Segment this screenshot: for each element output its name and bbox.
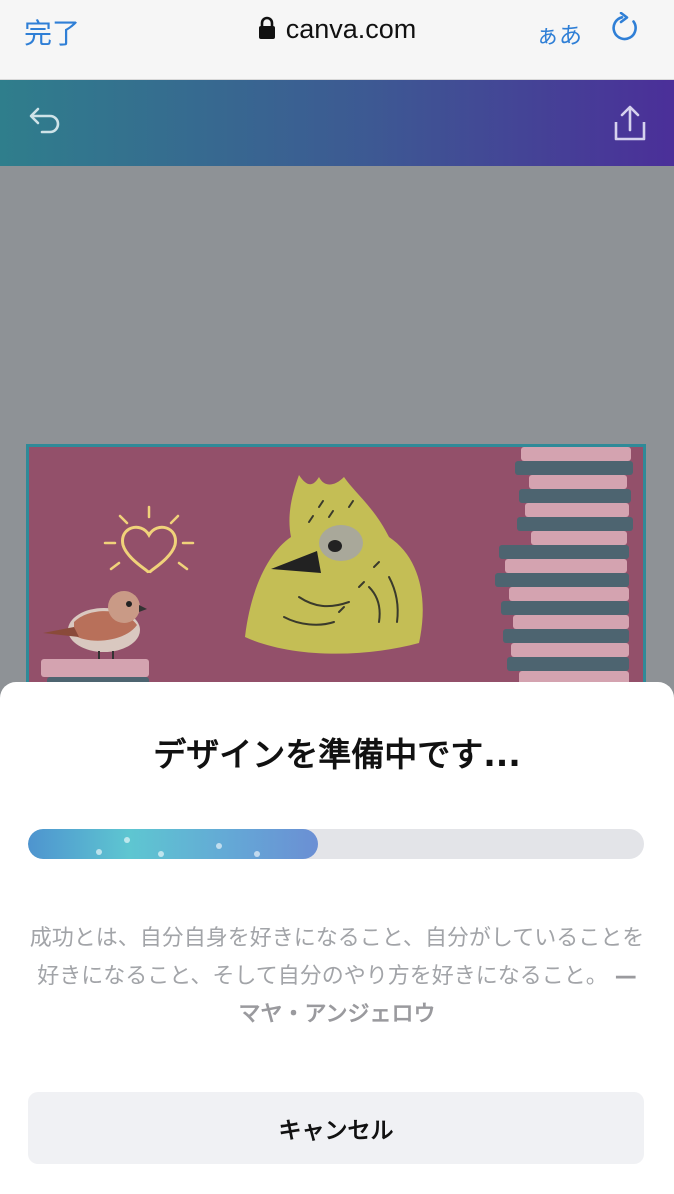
share-icon[interactable] [608,104,652,144]
browser-toolbar: 完了 canva.com ぁあ [0,0,674,80]
quote-text: 成功とは、自分自身を好きになること、自分がしていることを好きになること、そして自… [29,926,645,989]
text-size-button[interactable]: ぁあ [536,16,582,50]
lock-icon [258,16,276,47]
progress-bar [28,829,644,859]
reload-icon[interactable] [609,11,641,44]
quote: 成功とは、自分自身を好きになること、自分がしていることを好きになること、そして自… [28,920,646,1034]
editor-toolbar [0,80,674,166]
sparrow-illustration [43,591,147,661]
url-text: canva.com [285,14,417,44]
sheet-title: デザインを準備中です... [153,735,521,774]
bird-illustration [245,475,423,654]
cancel-button[interactable]: キャンセル [28,1092,644,1164]
book-stack-right [495,447,633,685]
progress-fill [28,829,318,859]
heart-icon [103,505,195,575]
undo-icon[interactable] [24,102,64,142]
